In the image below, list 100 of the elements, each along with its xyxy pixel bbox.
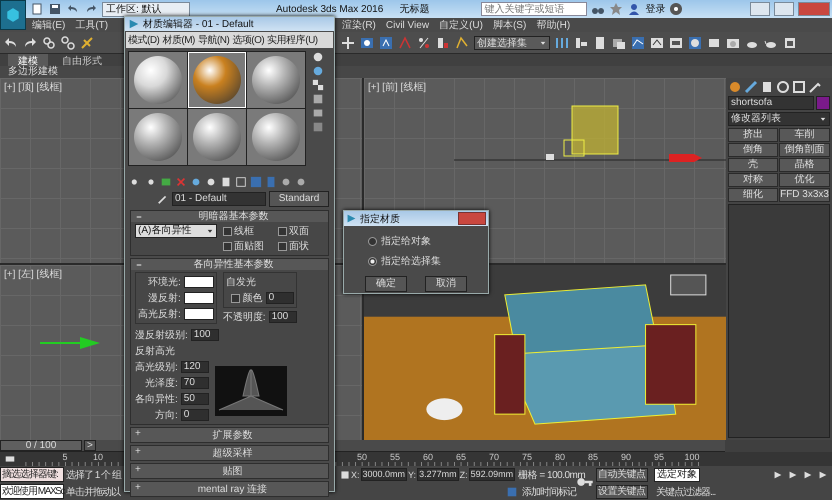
object-color-swatch[interactable]: [816, 96, 830, 110]
video-color-icon[interactable]: [312, 107, 324, 119]
utilities-icon[interactable]: [808, 80, 822, 94]
modifier-button[interactable]: 细化: [728, 188, 778, 202]
material-type-button[interactable]: Standard: [269, 191, 329, 207]
dialog-button[interactable]: 确定: [365, 276, 407, 292]
spinner-field[interactable]: 100: [268, 311, 297, 323]
skip-icon[interactable]: [802, 468, 814, 480]
star-icon[interactable]: [609, 2, 624, 16]
percent-snap-icon[interactable]: [417, 36, 431, 50]
panel-icon[interactable]: [783, 36, 797, 50]
sample-type-icon[interactable]: [312, 51, 324, 63]
skip-icon[interactable]: [772, 468, 784, 480]
menu-item[interactable]: 模式(D): [128, 33, 160, 47]
modifier-button[interactable]: 壳: [728, 158, 778, 172]
checkbox[interactable]: [230, 294, 240, 302]
checkbox[interactable]: [223, 226, 232, 236]
curve-editor-icon[interactable]: [631, 36, 645, 50]
save-icon[interactable]: [48, 2, 62, 16]
modifier-button[interactable]: 对称: [728, 173, 778, 187]
effects-channel-icon[interactable]: [235, 176, 247, 188]
layer-icon[interactable]: [593, 36, 607, 50]
menu-item[interactable]: 材质(M): [162, 33, 195, 47]
copy-material-icon[interactable]: [190, 176, 202, 188]
menu-item[interactable]: Civil View: [386, 20, 430, 30]
color-swatch[interactable]: [184, 292, 214, 304]
lock-icon[interactable]: [340, 470, 350, 480]
motion-icon[interactable]: [776, 80, 790, 94]
mirror-tool-icon[interactable]: [555, 36, 569, 50]
modifier-button[interactable]: 挤出: [728, 128, 778, 142]
auto-key-button[interactable]: 自动关键点: [596, 468, 648, 482]
viewport-label[interactable]: [+] [前] [线框]: [368, 80, 426, 94]
snap-icon[interactable]: [379, 36, 393, 50]
ribbon-tab[interactable]: 建模: [8, 54, 48, 66]
color-swatch[interactable]: [184, 308, 214, 320]
play-icon[interactable]: [787, 468, 799, 480]
spinner-snap-icon[interactable]: [436, 36, 450, 50]
time-tag-label[interactable]: 添加时间标记: [520, 484, 576, 498]
color-swatch[interactable]: [184, 276, 214, 288]
search-field[interactable]: 键入关键字或短语: [481, 2, 588, 16]
app-menu-button[interactable]: [0, 0, 26, 30]
hierarchy-icon[interactable]: [760, 80, 774, 94]
menu-item[interactable]: 编辑(E): [32, 18, 66, 32]
render-setup-icon[interactable]: [688, 36, 702, 50]
spinner-field[interactable]: 70: [180, 377, 209, 389]
uv-tiling-icon[interactable]: [312, 93, 324, 105]
menu-item[interactable]: 自定义(U): [439, 18, 483, 32]
dialog-button[interactable]: 取消: [425, 276, 467, 292]
rollout-header[interactable]: + 贴图: [130, 463, 329, 479]
modifier-button[interactable]: 倒角剖面: [779, 143, 830, 157]
key-filters-button[interactable]: 关键点过滤器...: [654, 484, 716, 498]
material-name-field[interactable]: 01 - Default: [172, 192, 266, 206]
menu-item[interactable]: 脚本(S): [492, 18, 526, 32]
schematic-icon[interactable]: [650, 36, 664, 50]
menu-item[interactable]: 导航(N): [198, 33, 230, 47]
preview-icon[interactable]: [312, 121, 324, 133]
spinner-field[interactable]: 0: [266, 292, 294, 304]
rollout-header[interactable]: + 扩展参数: [130, 427, 329, 443]
time-slider-thumb[interactable]: 0 / 100: [0, 440, 82, 451]
display-icon[interactable]: [792, 80, 806, 94]
edit-selection-icon[interactable]: [455, 36, 469, 50]
modifier-button[interactable]: 优化: [779, 173, 830, 187]
minimize-button[interactable]: [750, 2, 770, 16]
checkbox[interactable]: [278, 242, 287, 250]
radio-button[interactable]: [368, 256, 377, 266]
modifier-list-dropdown[interactable]: 修改器列表: [728, 112, 830, 126]
x-coordinate-field[interactable]: 3000.0mm: [360, 468, 408, 481]
z-coordinate-field[interactable]: 592.09mm: [468, 468, 516, 481]
eyedropper-icon[interactable]: [157, 193, 169, 205]
move-icon[interactable]: [341, 36, 355, 50]
new-file-icon[interactable]: [30, 2, 44, 16]
menu-item[interactable]: 选项(O): [232, 33, 264, 47]
object-name-field[interactable]: shortsofa: [728, 96, 814, 110]
checkbox[interactable]: [278, 226, 287, 236]
modifier-button[interactable]: 车削: [779, 128, 830, 142]
spinner-field[interactable]: 120: [180, 361, 209, 373]
unique-icon[interactable]: [205, 176, 217, 188]
sphere-icon[interactable]: [728, 80, 742, 94]
user-icon[interactable]: [627, 2, 642, 16]
material-editor-icon[interactable]: [669, 36, 683, 50]
modify-icon[interactable]: [744, 80, 758, 94]
app-logo-icon[interactable]: [5, 7, 21, 23]
sibling-icon[interactable]: [295, 176, 307, 188]
modifier-button[interactable]: 晶格: [779, 158, 830, 172]
next-frame-button[interactable]: >: [84, 440, 96, 451]
backlight-icon[interactable]: [312, 65, 324, 77]
redo-icon[interactable]: [23, 36, 37, 50]
rollout-header[interactable]: + 超级采样: [130, 445, 329, 461]
skip-icon[interactable]: [817, 468, 829, 480]
menu-item[interactable]: 工具(T): [75, 18, 108, 32]
spinner-field[interactable]: 0: [180, 409, 209, 421]
workspace-dropdown[interactable]: 工作区: 默认: [102, 2, 190, 16]
parent-icon[interactable]: [280, 176, 292, 188]
checkbox[interactable]: [223, 242, 232, 250]
assign-material-icon[interactable]: [160, 176, 172, 188]
shader-dropdown[interactable]: (A)各向异性: [135, 224, 217, 238]
library-icon[interactable]: [220, 176, 232, 188]
menu-item[interactable]: 渲染(R): [342, 18, 376, 32]
undo-icon[interactable]: [4, 36, 18, 50]
viewport-label[interactable]: [+] [顶] [线框]: [4, 80, 62, 94]
